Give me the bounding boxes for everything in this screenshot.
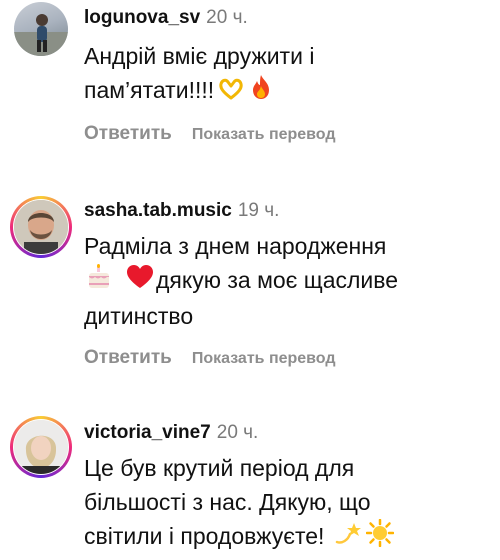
birthday-cake-icon — [86, 264, 112, 299]
comment-meta: logunova_sv 20 ч. — [84, 7, 248, 29]
comment-text: Радміла з днем народження дякую за моє щ… — [84, 229, 484, 333]
comment-text-line: Це був крутий період для — [84, 455, 355, 481]
comment-text-line: дитинство — [84, 303, 194, 330]
comment-text-line: світили і продовжуєте! — [84, 523, 325, 549]
comment-text-line: Радміла з днем народження — [84, 233, 387, 259]
comment-text: Це був крутий період для більшості з нас… — [84, 451, 484, 556]
show-translation-link[interactable]: Показать перевод — [192, 126, 336, 143]
comment-meta: victoria_vine7 20 ч. — [84, 422, 258, 444]
comment-text-line: пам’ятати!!!! — [84, 77, 215, 103]
timestamp: 20 ч. — [216, 422, 259, 443]
comment-text-line-3: світили і продовжуєте! — [84, 519, 484, 556]
red-heart-icon — [126, 264, 154, 299]
avatar[interactable] — [14, 200, 68, 254]
timestamp: 20 ч. — [206, 7, 248, 28]
comment-text-line: дякую за моє щасливе — [156, 267, 399, 293]
sun-icon — [366, 519, 395, 556]
avatar[interactable] — [14, 420, 68, 474]
username[interactable]: victoria_vine7 — [84, 422, 211, 443]
timestamp: 19 ч. — [237, 200, 280, 221]
comment-actions: Ответить Показать перевод — [84, 347, 336, 369]
username[interactable]: logunova_sv — [84, 7, 200, 28]
comment-text-line-2: дякую за моє щасливе — [84, 263, 484, 299]
avatar[interactable] — [14, 2, 68, 56]
comment-item: logunova_sv 20 ч. Андрій вміє дружити і п… — [0, 0, 500, 160]
comment-item: victoria_vine7 20 ч. Це був крутий період… — [0, 416, 500, 560]
story-ring[interactable] — [10, 416, 72, 478]
avatar-photo — [14, 14, 68, 56]
reply-button[interactable]: Ответить — [84, 347, 172, 368]
heart-hands-icon — [218, 75, 244, 109]
reply-button[interactable]: Ответить — [84, 123, 172, 144]
comment-item: sasha.tab.music 19 ч. Радміла з днем наро… — [0, 196, 500, 386]
comment-text-line: більшості з нас. Дякую, що — [84, 489, 371, 515]
comment-text-line: Андрій вміє дружити і — [84, 43, 315, 69]
fire-icon — [250, 74, 272, 109]
avatar-photo — [14, 420, 68, 474]
comment-text-line-2: пам’ятати!!!! — [84, 73, 484, 109]
story-ring[interactable] — [10, 196, 72, 258]
dizzy-star-icon — [334, 520, 362, 555]
comment-text: Андрій вміє дружити і пам’ятати!!!! — [84, 39, 484, 109]
comment-meta: sasha.tab.music 19 ч. — [84, 200, 279, 222]
username[interactable]: sasha.tab.music — [84, 200, 232, 221]
avatar-photo — [14, 200, 68, 254]
show-translation-link[interactable]: Показать перевод — [192, 350, 336, 367]
comment-actions: Ответить Показать перевод — [84, 123, 336, 145]
